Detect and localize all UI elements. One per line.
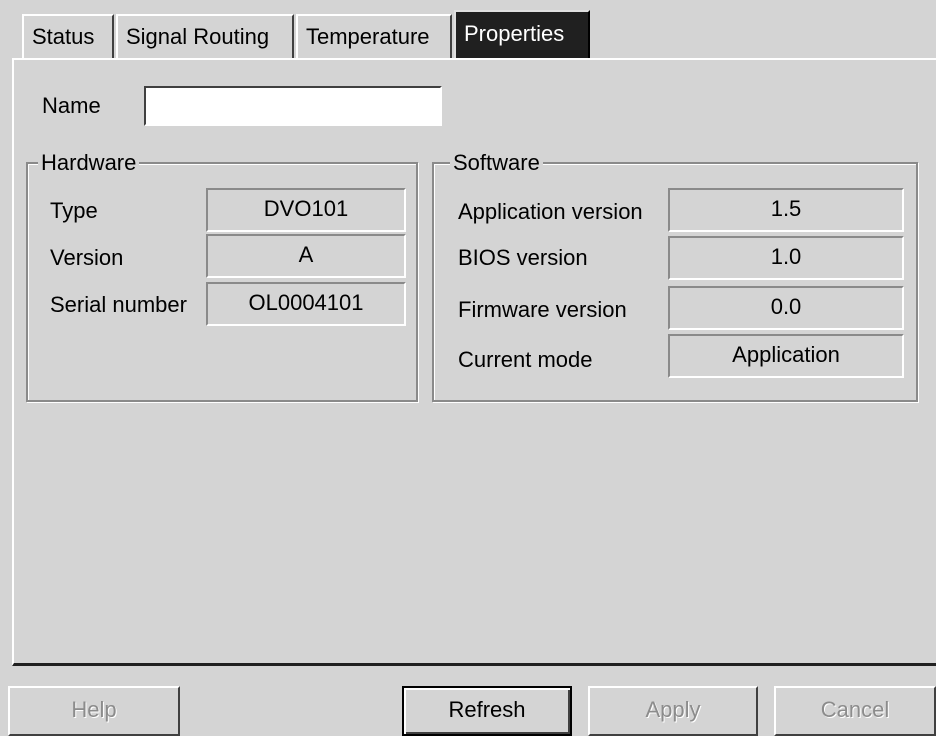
tab-status[interactable]: Status [22,14,114,58]
application-version-label: Application version [458,199,643,224]
version-value: A [206,234,406,278]
software-group-title: Software [450,150,543,176]
firmware-version-value: 0.0 [668,286,904,330]
serial-number-value: OL0004101 [206,282,406,326]
apply-button[interactable]: Apply [588,686,758,736]
current-mode-value: Application [668,334,904,378]
tab-temperature[interactable]: Temperature [296,14,452,58]
firmware-version-label: Firmware version [458,297,627,322]
version-label: Version [50,245,124,270]
refresh-button[interactable]: Refresh [402,686,572,736]
help-button[interactable]: Help [8,686,180,736]
name-label: Name [42,93,101,118]
name-field[interactable] [144,86,442,126]
serial-number-label: Serial number [50,292,187,317]
cancel-button[interactable]: Cancel [774,686,936,736]
hardware-group-title: Hardware [38,150,140,176]
application-version-value: 1.5 [668,188,904,232]
bios-version-value: 1.0 [668,236,904,280]
type-value: DVO101 [206,188,406,232]
bios-version-label: BIOS version [458,245,588,270]
current-mode-label: Current mode [458,347,593,372]
tab-signal-routing[interactable]: Signal Routing [116,14,294,58]
type-label: Type [50,198,98,223]
tab-properties[interactable]: Properties [454,10,590,60]
